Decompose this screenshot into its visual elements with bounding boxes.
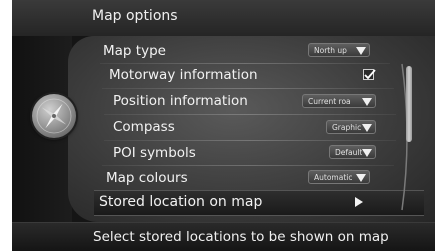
dropdown-arrow-icon — [362, 124, 372, 132]
play-arrow-icon[interactable] — [355, 197, 363, 207]
map-colours-dropdown[interactable]: Automatic — [308, 170, 370, 184]
help-text: Select stored locations to be shown on m… — [93, 229, 389, 245]
page-title: Map options — [92, 8, 178, 24]
menu-item-stored-location-label-row[interactable]: Stored location on map — [99, 191, 262, 213]
menu-item-position-information[interactable]: Position information — [113, 90, 248, 112]
dropdown-value: Automatic — [314, 172, 353, 182]
position-information-dropdown[interactable]: Current roa — [302, 94, 376, 108]
menu-item-compass[interactable]: Compass — [113, 116, 175, 138]
checkmark-icon — [364, 69, 376, 80]
help-bar: Select stored locations to be shown on m… — [12, 222, 435, 251]
dropdown-arrow-icon — [362, 149, 372, 157]
menu-item-poi-symbols[interactable]: POI symbols — [113, 142, 196, 164]
dropdown-value: Default — [335, 147, 363, 157]
dropdown-value: Current roa — [308, 96, 351, 106]
divider — [102, 88, 394, 89]
compass-icon — [32, 94, 76, 138]
map-type-dropdown[interactable]: North up — [308, 43, 370, 57]
menu-item-label: Motorway information — [109, 67, 258, 83]
menu-item-label: Position information — [113, 93, 248, 109]
menu-item-label: Compass — [113, 119, 175, 135]
divider — [102, 165, 394, 166]
compass-dropdown[interactable]: Graphic — [326, 120, 376, 134]
divider — [104, 114, 396, 115]
dropdown-arrow-icon — [356, 174, 366, 182]
screen: Map options Map type North up Motorway i… — [12, 0, 435, 251]
menu-item-motorway-information[interactable]: Motorway information — [109, 64, 258, 86]
menu-item-map-colours[interactable]: Map colours — [106, 167, 188, 189]
divider — [104, 140, 396, 141]
menu-item-label: Stored location on map — [99, 194, 263, 210]
poi-symbols-dropdown[interactable]: Default — [329, 145, 376, 159]
dropdown-arrow-icon — [362, 98, 372, 106]
menu-item-label: Map colours — [106, 170, 188, 186]
scrollbar-thumb[interactable] — [406, 66, 412, 142]
dropdown-arrow-icon — [356, 47, 366, 55]
title-bar: Map options — [12, 0, 435, 36]
menu-item-map-type[interactable]: Map type — [103, 40, 166, 62]
dropdown-value: Graphic — [332, 122, 362, 132]
dropdown-value: North up — [314, 45, 347, 55]
menu-item-label: Map type — [103, 43, 166, 59]
motorway-information-checkbox[interactable] — [363, 69, 376, 80]
menu-item-label: POI symbols — [113, 145, 196, 161]
